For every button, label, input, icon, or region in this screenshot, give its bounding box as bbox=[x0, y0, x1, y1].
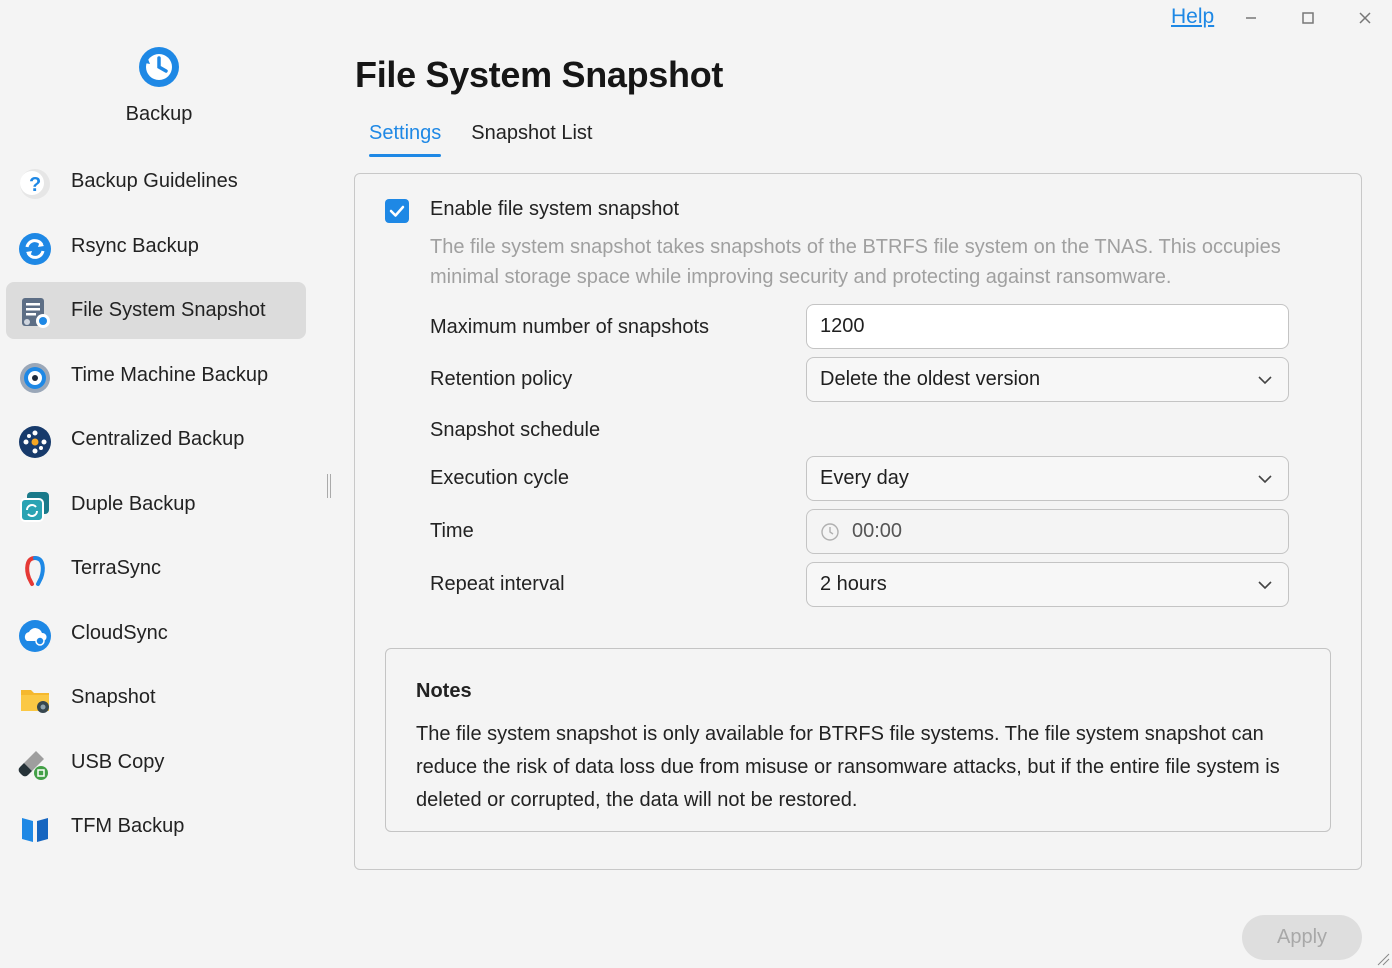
sidebar-item-centralized-backup[interactable]: Centralized Backup bbox=[6, 411, 306, 468]
sidebar-item-label: CloudSync bbox=[71, 621, 168, 644]
window-resize-grip-icon[interactable] bbox=[1374, 950, 1390, 966]
sidebar-item-time-machine-backup[interactable]: Time Machine Backup bbox=[6, 347, 306, 404]
close-button[interactable] bbox=[1353, 6, 1377, 30]
tab-bar: Settings Snapshot List bbox=[369, 122, 622, 157]
sidebar-item-label: Snapshot bbox=[71, 686, 156, 708]
execution-cycle-value: Every day bbox=[820, 467, 909, 489]
sidebar-item-tfm-backup[interactable]: TFM Backup bbox=[6, 798, 306, 855]
sidebar-item-label: Rsync Backup bbox=[71, 234, 199, 257]
sidebar-item-file-system-snapshot[interactable]: File System Snapshot bbox=[6, 282, 306, 339]
apply-button[interactable]: Apply bbox=[1242, 915, 1362, 960]
repeat-interval-select[interactable]: 2 hours bbox=[806, 562, 1289, 607]
duple-backup-icon bbox=[20, 491, 49, 522]
minimize-icon bbox=[1246, 17, 1256, 19]
time-label: Time bbox=[430, 520, 474, 542]
retention-policy-value: Delete the oldest version bbox=[820, 368, 1041, 390]
sidebar-item-label: Centralized Backup bbox=[71, 428, 245, 450]
repeat-interval-label: Repeat interval bbox=[430, 573, 565, 595]
checkmark-icon bbox=[389, 205, 405, 217]
rsync-icon bbox=[19, 232, 51, 265]
time-machine-icon bbox=[20, 362, 50, 393]
time-picker[interactable]: 00:00 bbox=[806, 509, 1289, 554]
close-icon bbox=[1359, 12, 1371, 24]
sidebar-item-snapshot[interactable]: Snapshot bbox=[6, 669, 306, 726]
backup-app-icon bbox=[139, 47, 179, 87]
sidebar-resize-handle[interactable] bbox=[327, 474, 331, 498]
execution-cycle-label: Execution cycle bbox=[430, 467, 569, 489]
sidebar-nav: ? Backup Guidelines Rsync Backup File Sy… bbox=[6, 153, 306, 863]
help-link[interactable]: Help bbox=[1171, 5, 1214, 29]
clock-icon bbox=[821, 522, 839, 541]
sidebar-item-cloudsync[interactable]: CloudSync bbox=[6, 605, 306, 662]
retention-policy-label: Retention policy bbox=[430, 368, 573, 390]
repeat-interval-value: 2 hours bbox=[820, 573, 887, 595]
sidebar-item-label: Time Machine Backup bbox=[71, 363, 269, 386]
sidebar: Backup ? Backup Guidelines Rsync Backup … bbox=[0, 0, 318, 968]
cloudsync-icon bbox=[19, 619, 51, 652]
tfm-backup-icon bbox=[22, 818, 48, 842]
sidebar-item-usb-copy[interactable]: USB Copy bbox=[6, 734, 306, 791]
terrasync-icon bbox=[25, 556, 45, 586]
notes-title: Notes bbox=[416, 680, 472, 702]
maximize-icon bbox=[1302, 12, 1314, 24]
sidebar-item-label: Duple Backup bbox=[71, 492, 196, 515]
notes-body: The file system snapshot is only availab… bbox=[416, 723, 1280, 811]
tab-snapshot-list[interactable]: Snapshot List bbox=[471, 122, 592, 157]
sidebar-item-label: TFM Backup bbox=[71, 815, 185, 837]
sidebar-item-label: File System Snapshot bbox=[71, 299, 266, 321]
app-title: Backup bbox=[125, 103, 193, 125]
enable-snapshot-checkbox[interactable] bbox=[385, 199, 409, 223]
retention-policy-select[interactable]: Delete the oldest version bbox=[806, 357, 1289, 402]
snapshot-schedule-heading: Snapshot schedule bbox=[430, 419, 601, 441]
file-system-snapshot-icon bbox=[22, 298, 50, 328]
chevron-down-icon bbox=[1258, 581, 1272, 590]
sidebar-item-label: USB Copy bbox=[71, 750, 165, 773]
notes-box: Notes The file system snapshot is only a… bbox=[385, 648, 1331, 832]
centralized-backup-icon bbox=[19, 426, 51, 458]
enable-snapshot-label[interactable]: Enable file system snapshot bbox=[430, 198, 679, 221]
sidebar-item-rsync-backup[interactable]: Rsync Backup bbox=[6, 218, 306, 275]
sidebar-item-terrasync[interactable]: TerraSync bbox=[6, 540, 306, 597]
page-title: File System Snapshot bbox=[355, 54, 724, 95]
svg-text:?: ? bbox=[29, 174, 41, 196]
sidebar-item-backup-guidelines[interactable]: ? Backup Guidelines bbox=[6, 153, 306, 210]
minimize-button[interactable] bbox=[1239, 6, 1263, 30]
chevron-down-icon bbox=[1258, 475, 1272, 484]
execution-cycle-select[interactable]: Every day bbox=[806, 456, 1289, 501]
time-value: 00:00 bbox=[852, 520, 903, 542]
tab-settings[interactable]: Settings bbox=[369, 122, 442, 157]
backup-app-window: Help Backup ? Backup Guidelines Rsync Ba… bbox=[0, 0, 1392, 968]
question-icon: ? bbox=[20, 169, 50, 199]
maximize-button[interactable] bbox=[1296, 6, 1320, 30]
snapshot-folder-icon bbox=[21, 690, 49, 713]
sidebar-item-label: Backup Guidelines bbox=[71, 170, 238, 192]
max-snapshots-input-wrapper[interactable] bbox=[806, 304, 1289, 349]
max-snapshots-label: Maximum number of snapshots bbox=[430, 316, 710, 338]
chevron-down-icon bbox=[1258, 376, 1272, 385]
usb-copy-icon bbox=[18, 750, 48, 780]
snapshot-description: The file system snapshot takes snapshots… bbox=[430, 236, 1281, 288]
max-snapshots-input[interactable] bbox=[820, 315, 1288, 338]
sidebar-item-label: TerraSync bbox=[71, 557, 162, 579]
sidebar-item-duple-backup[interactable]: Duple Backup bbox=[6, 476, 306, 533]
